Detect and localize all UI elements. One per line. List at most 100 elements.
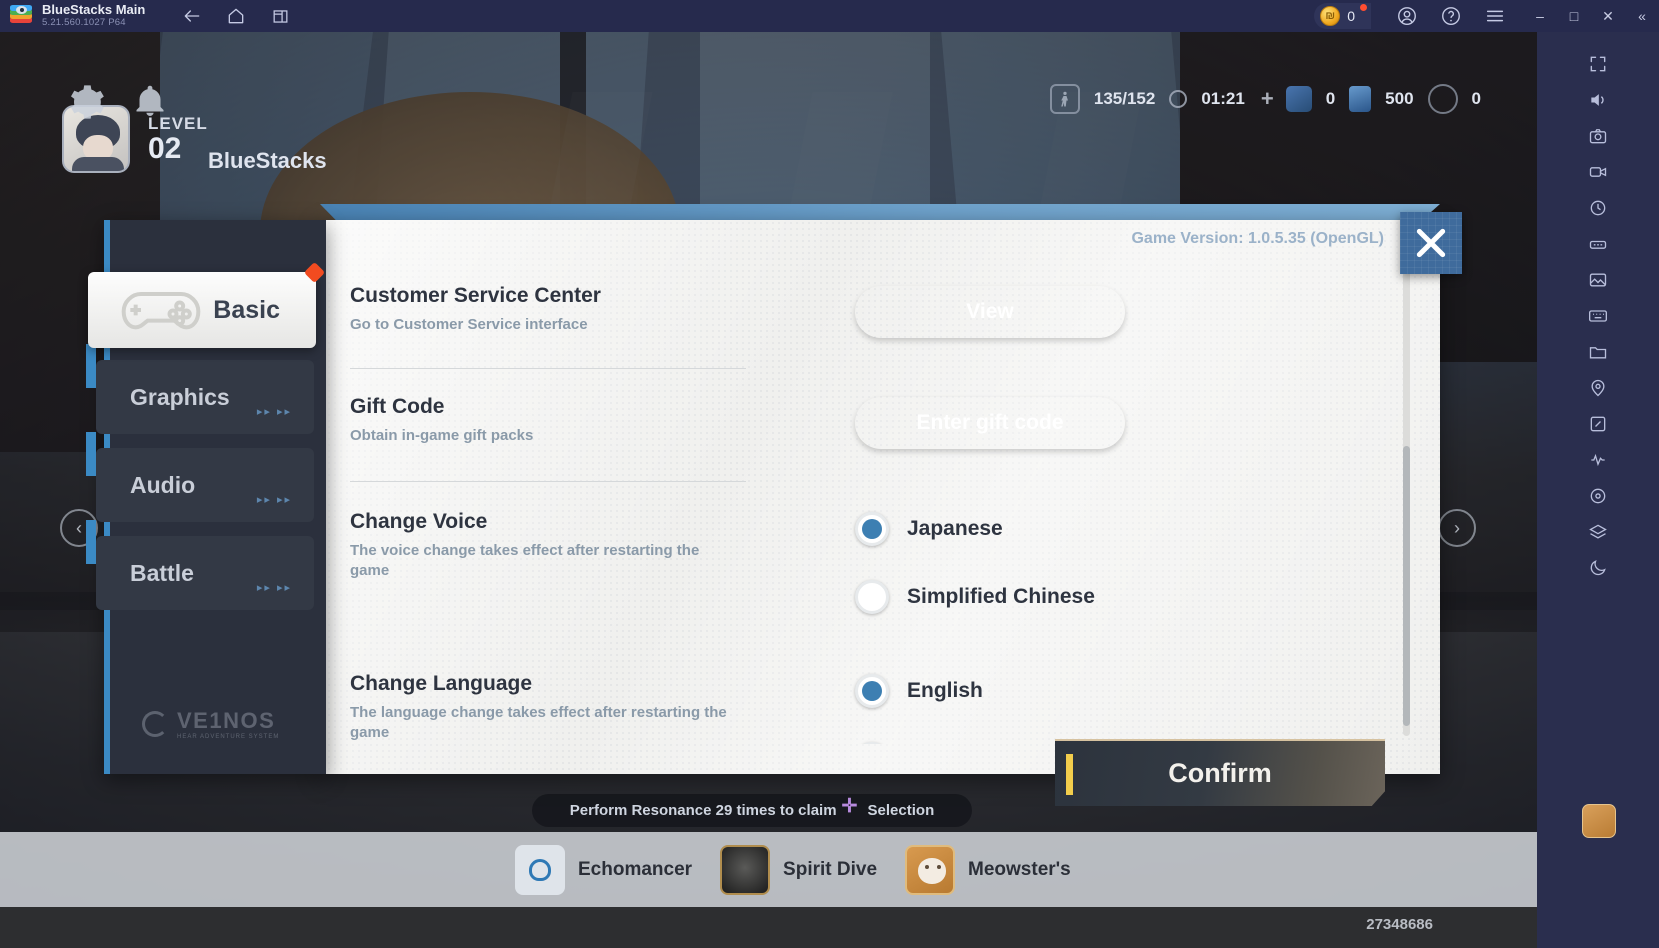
voice-option-japanese[interactable]: Japanese <box>855 512 1095 546</box>
meowsters-icon <box>905 844 956 895</box>
settings-sidebar: Graphics ▸▸ ▸▸ Audio ▸▸ ▸▸ Battle ▸▸ ▸▸ <box>86 220 326 774</box>
vein-os-suffix: OS <box>240 708 276 733</box>
enter-gift-code-button[interactable]: Enter gift code <box>855 397 1125 449</box>
setting-title: Gift Code <box>350 395 445 418</box>
gallery-icon[interactable] <box>1537 262 1659 298</box>
sidebar-label-battle: Battle <box>130 559 194 586</box>
radio-label-english: English <box>907 679 983 702</box>
confirm-accent-bar <box>1066 754 1073 795</box>
sidebar-item-graphics[interactable]: Graphics ▸▸ ▸▸ <box>86 344 314 434</box>
settings-gear-icon[interactable] <box>66 82 106 122</box>
notification-badge <box>303 261 326 284</box>
bluestacks-sidebar-toolbar <box>1537 32 1659 948</box>
back-arrow-icon[interactable] <box>181 5 203 27</box>
coin-icon: ₪ <box>1320 6 1341 26</box>
gps-icon[interactable] <box>1537 370 1659 406</box>
multi-instance-icon[interactable] <box>269 5 291 27</box>
row-divider-1 <box>350 368 746 369</box>
radio-label-simplified-chinese: Simplified Chinese <box>907 585 1095 608</box>
view-button[interactable]: View <box>855 286 1125 338</box>
sidebar-label-graphics: Graphics <box>130 383 230 410</box>
confirm-button[interactable]: Confirm <box>1055 739 1385 806</box>
radio-chinese[interactable] <box>855 742 889 744</box>
settings-list: Customer Service Center Go to Customer S… <box>350 244 1200 744</box>
window-close-button[interactable]: ✕ <box>1591 0 1625 32</box>
notification-bell-icon[interactable] <box>132 82 168 120</box>
fullscreen-icon[interactable] <box>1537 46 1659 82</box>
currency-3-icon <box>1427 84 1458 114</box>
radio-english[interactable] <box>855 674 889 708</box>
gamepad-icon <box>118 286 204 334</box>
modal-top-band <box>320 204 1440 220</box>
hud-resource-bar: 135/152 01:21 + 0 500 0 <box>1049 84 1485 114</box>
language-option-chinese[interactable]: 简体中文 <box>855 742 991 744</box>
app-version: 5.21.560.1027 P64 <box>42 17 126 28</box>
collapse-toolbar-button[interactable]: « <box>1625 0 1659 32</box>
stamina-icon <box>1049 84 1080 114</box>
vein-ring-icon <box>142 711 168 737</box>
bottom-bar <box>0 907 1537 948</box>
coin-balance[interactable]: ₪ 0 <box>1314 3 1371 29</box>
echomancer-icon <box>515 844 565 895</box>
sidebar-item-audio[interactable]: Audio ▸▸ ▸▸ <box>86 432 314 522</box>
scrollbar-thumb[interactable] <box>1403 446 1410 726</box>
setting-row-customer-service: Customer Service Center Go to Customer S… <box>350 284 1200 338</box>
vein-os-name: VE1N <box>177 708 241 733</box>
setting-description: Go to Customer Service interface <box>350 316 588 333</box>
add-stamina-button[interactable]: + <box>1261 86 1274 112</box>
sidebar-item-basic[interactable]: Basic <box>88 261 326 348</box>
rotate-icon[interactable] <box>1537 190 1659 226</box>
setting-row-change-voice: Change Voice The voice change takes effe… <box>350 510 1200 648</box>
level-value: 02 <box>148 132 182 165</box>
radio-simplified-chinese[interactable] <box>855 580 889 614</box>
setting-row-gift-code: Gift Code Obtain in-game gift packs Ente… <box>350 395 1200 449</box>
pin-icon[interactable] <box>1537 478 1659 514</box>
language-option-english[interactable]: English <box>855 674 991 708</box>
currency-2-icon <box>1349 86 1372 112</box>
macro-icon[interactable] <box>1537 226 1659 262</box>
nav-item-spirit-dive[interactable]: Spirit Dive <box>720 844 877 895</box>
setting-description: The voice change takes effect after rest… <box>350 542 700 579</box>
setting-row-change-language: Change Language The language change take… <box>350 672 1200 744</box>
nav-label-echomancer: Echomancer <box>578 858 693 880</box>
home-icon[interactable] <box>225 5 247 27</box>
moon-icon[interactable] <box>1537 550 1659 586</box>
quest-banner[interactable]: Perform Resonance 29 times to claim Sele… <box>532 794 972 827</box>
folder-icon[interactable] <box>1537 334 1659 370</box>
quest-reward-text: Selection <box>867 802 935 819</box>
nav-item-meowsters[interactable]: Meowster's <box>905 844 1071 895</box>
radio-japanese[interactable] <box>855 512 889 546</box>
volume-icon[interactable] <box>1537 82 1659 118</box>
pet-cat-icon[interactable] <box>1582 804 1616 838</box>
player-uid: 27348686 <box>1366 916 1433 933</box>
bottom-nav: Echomancer Spirit Dive Meowster's <box>0 832 1537 907</box>
spirit-dive-icon <box>720 844 771 895</box>
setting-description: The language change takes effect after r… <box>350 704 727 741</box>
voice-option-simplified-chinese[interactable]: Simplified Chinese <box>855 580 1095 614</box>
coin-count: 0 <box>1347 8 1355 24</box>
stamina-value: 135/152 <box>1093 89 1156 108</box>
account-icon[interactable] <box>1396 5 1418 27</box>
layers-icon[interactable] <box>1537 514 1659 550</box>
video-record-icon[interactable] <box>1537 154 1659 190</box>
scrollbar-track[interactable] <box>1403 246 1410 736</box>
nav-label-meowsters: Meowster's <box>968 858 1071 880</box>
minimize-button[interactable]: – <box>1523 0 1557 32</box>
help-icon[interactable] <box>1440 5 1462 27</box>
screenshot-icon[interactable] <box>1537 118 1659 154</box>
hamburger-menu-icon[interactable] <box>1484 5 1506 27</box>
close-icon[interactable] <box>1400 212 1462 274</box>
titlebar: BlueStacks Main 5.21.560.1027 P64 ₪ 0 – … <box>0 0 1659 32</box>
resize-icon[interactable] <box>1537 406 1659 442</box>
maximize-button[interactable]: □ <box>1557 0 1591 32</box>
setting-title: Change Language <box>350 672 533 695</box>
currency-1-value: 0 <box>1325 89 1336 108</box>
vein-os-tagline: HEAR ADVENTURE SYSTEM <box>177 734 280 740</box>
confirm-label: Confirm <box>1168 758 1272 788</box>
keymapping-icon[interactable] <box>1537 298 1659 334</box>
nav-item-echomancer[interactable]: Echomancer <box>515 844 693 895</box>
quest-text: Perform Resonance 29 times to claim <box>569 802 837 819</box>
shake-icon[interactable] <box>1537 442 1659 478</box>
sidebar-item-battle[interactable]: Battle ▸▸ ▸▸ <box>86 520 314 610</box>
clock-icon <box>1169 90 1188 108</box>
